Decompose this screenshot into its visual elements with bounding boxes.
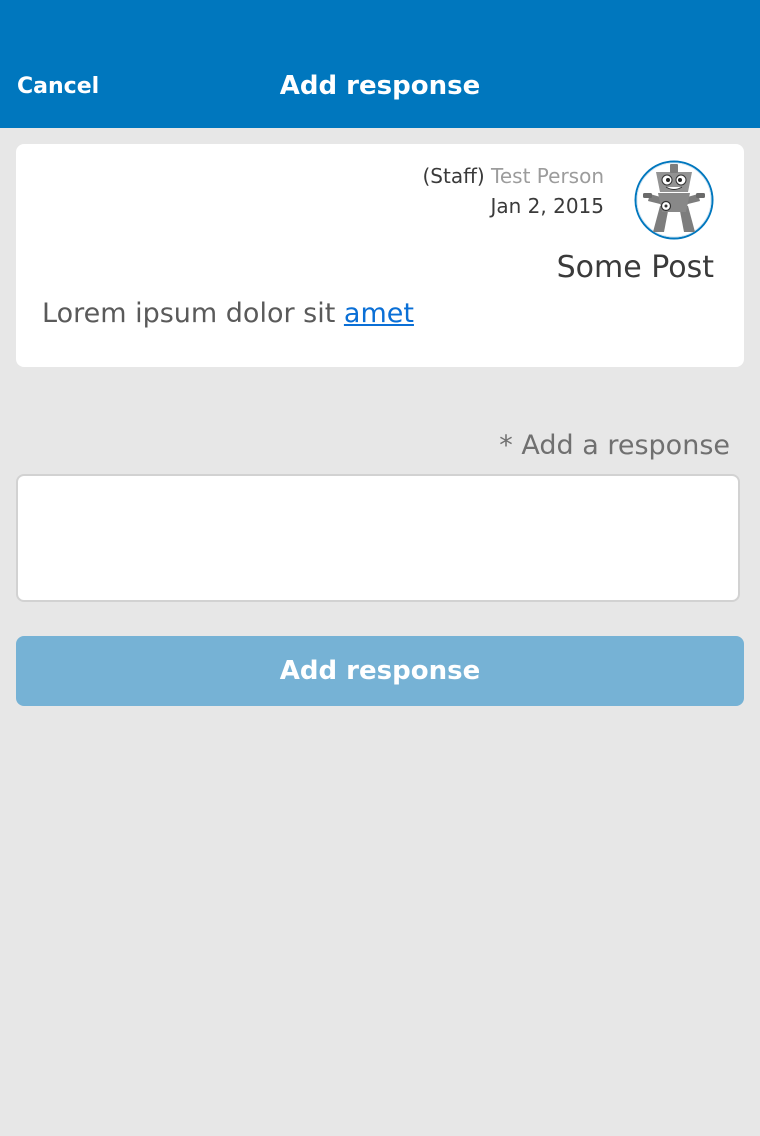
post-body: Lorem ipsum dolor sit amet [42,296,414,332]
post-body-text: Lorem ipsum dolor sit [42,298,336,329]
author-role: (Staff) [422,164,485,188]
post-body-link[interactable]: amet [344,298,414,329]
required-marker: * [499,430,513,461]
post-date: Jan 2, 2015 [490,194,604,218]
add-response-button[interactable]: Add response [16,636,744,706]
robot-avatar-icon[interactable] [634,160,714,240]
post-card: (Staff) Test Person Jan 2, 2015 Some Pos… [16,144,744,367]
post-title: Some Post [556,250,714,285]
response-label: * Add a response [499,428,730,464]
page-title: Add response [279,71,481,101]
response-label-text: Add a response [521,430,730,461]
author-name[interactable]: Test Person [491,164,604,188]
post-author-line: (Staff) Test Person [423,162,605,190]
response-input[interactable] [16,474,740,602]
app-header: Cancel Add response [0,0,760,128]
